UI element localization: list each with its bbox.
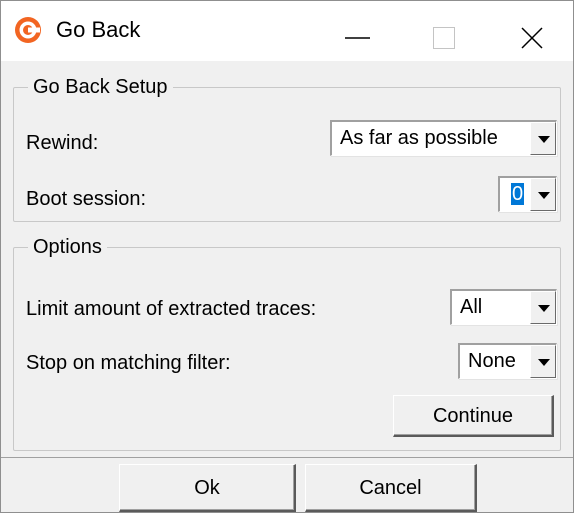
continue-button[interactable]: Continue	[393, 395, 554, 437]
ok-button[interactable]: Ok	[119, 464, 296, 512]
rewind-value: As far as possible	[340, 127, 498, 149]
boot-session-dropdown-button[interactable]	[530, 178, 556, 211]
go-back-dialog: Go Back Go Back Setup Rewind: As far as …	[0, 0, 574, 513]
limit-traces-dropdown-button[interactable]	[530, 291, 556, 324]
maximize-button[interactable]	[403, 1, 488, 61]
stop-filter-value: None	[468, 350, 516, 372]
title-bar[interactable]: Go Back	[1, 1, 573, 61]
minimize-button[interactable]	[315, 1, 400, 61]
limit-traces-value: All	[460, 296, 483, 318]
cancel-button[interactable]: Cancel	[305, 464, 477, 512]
stop-filter-label: Stop on matching filter:	[26, 352, 231, 374]
stop-filter-dropdown-button[interactable]	[530, 345, 556, 378]
app-logo-icon	[13, 15, 43, 45]
limit-traces-select[interactable]: All	[450, 289, 557, 325]
options-title: Options	[28, 233, 107, 261]
rewind-label: Rewind:	[26, 132, 99, 154]
rewind-select[interactable]: As far as possible	[330, 120, 557, 156]
maximize-icon	[433, 27, 455, 49]
chevron-down-icon	[538, 305, 550, 312]
boot-session-value: 0	[511, 183, 525, 205]
rewind-dropdown-button[interactable]	[530, 122, 556, 155]
close-button[interactable]	[489, 1, 574, 61]
boot-session-select[interactable]: 0	[498, 176, 557, 212]
footer-separator	[1, 457, 573, 458]
chevron-down-icon	[538, 136, 550, 143]
chevron-down-icon	[538, 192, 550, 199]
boot-session-label: Boot session:	[26, 188, 147, 210]
stop-filter-select[interactable]: None	[458, 343, 557, 379]
limit-traces-label: Limit amount of extracted traces:	[26, 298, 317, 320]
close-icon	[521, 27, 543, 49]
go-back-setup-group: Go Back Setup Rewind: As far as possible…	[13, 73, 561, 222]
window-title: Go Back	[56, 17, 141, 42]
go-back-setup-title: Go Back Setup	[28, 73, 173, 101]
minimize-icon	[345, 37, 370, 39]
chevron-down-icon	[538, 359, 550, 366]
